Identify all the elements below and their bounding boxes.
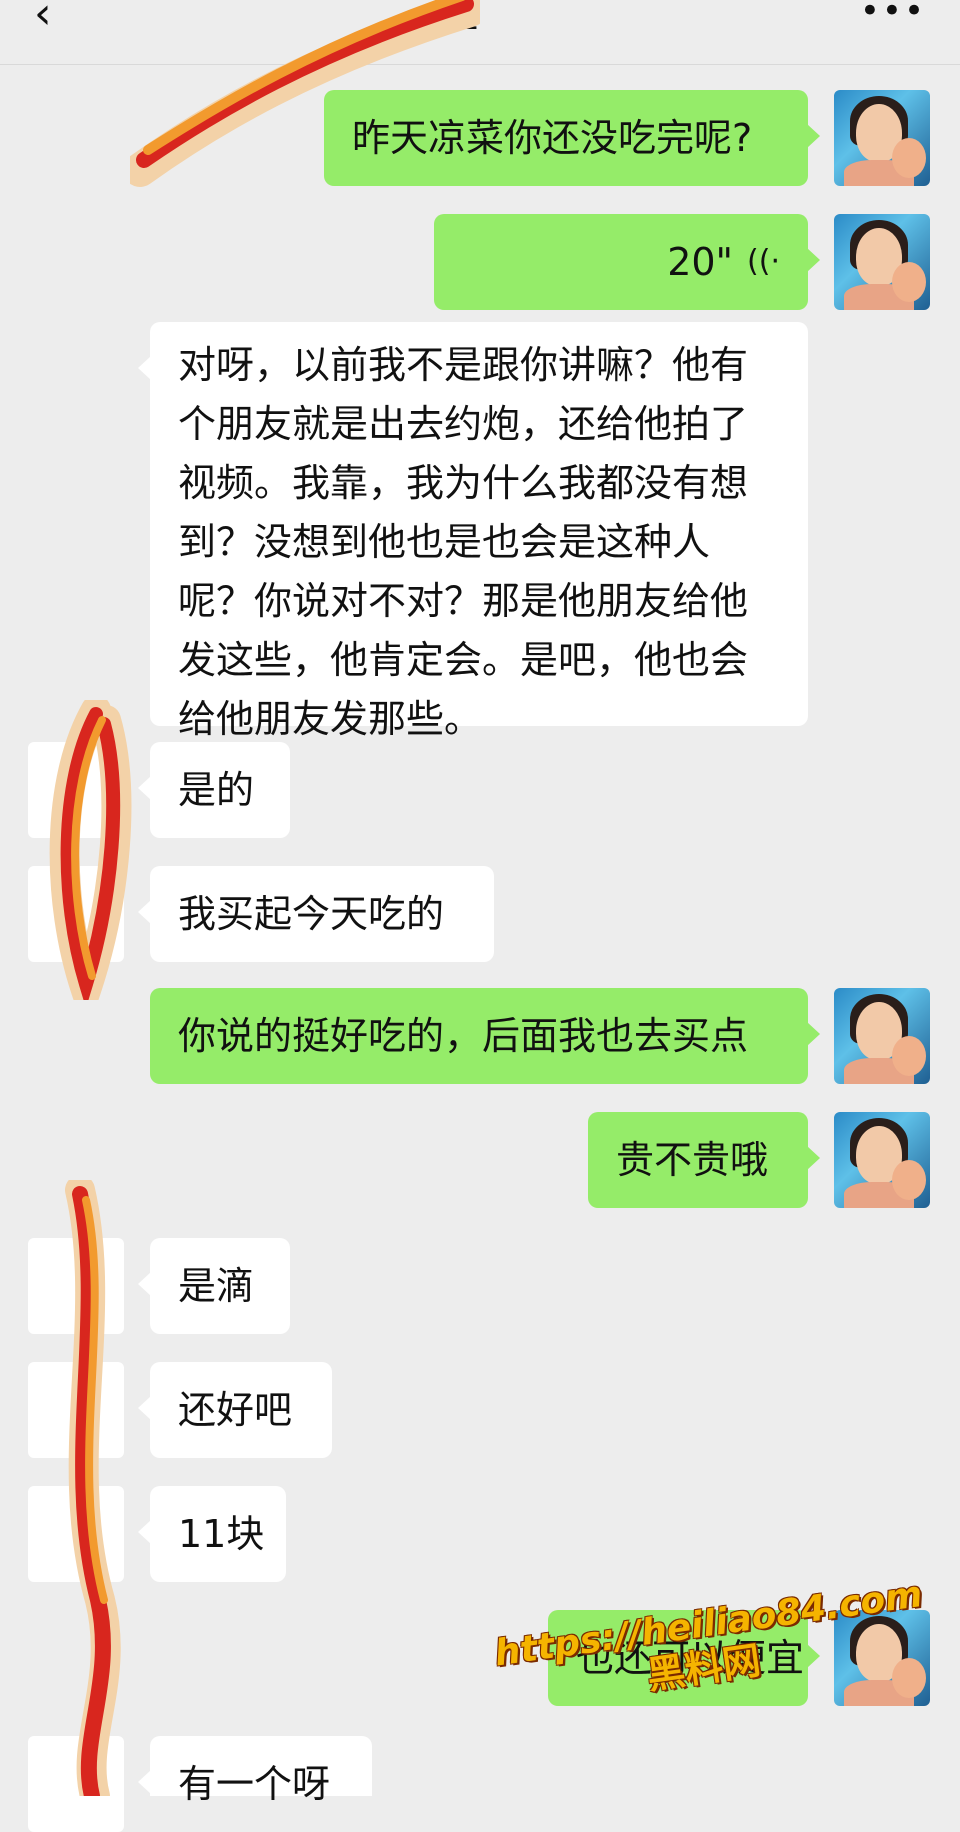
message-bubble-incoming[interactable]: 还好吧 (138, 1362, 332, 1458)
message-text: 是的 (178, 768, 255, 812)
avatar[interactable] (834, 90, 930, 186)
chat-header: ‹ 姐 ••• (0, 0, 960, 65)
voice-duration: 20" (667, 240, 734, 284)
avatar[interactable] (28, 742, 124, 838)
message-bubble-incoming[interactable]: 11块 (138, 1486, 286, 1582)
message-text: 你说的挺好吃的，后面我也去买点 (178, 1014, 749, 1058)
message-text: 对呀，以前我不是跟你讲嘛？他有个朋友就是出去约炮，还给他拍了视频。我靠，我为什么… (178, 343, 749, 741)
message-bubble-incoming[interactable]: 对呀，以前我不是跟你讲嘛？他有个朋友就是出去约炮，还给他拍了视频。我靠，我为什么… (138, 322, 808, 741)
message-bubble-incoming[interactable]: 有一个呀 (138, 1736, 372, 1806)
more-button[interactable]: ••• (860, 0, 926, 28)
voice-wave-icon: ((· (747, 244, 780, 279)
message-bubble-outgoing[interactable]: 你说的挺好吃的，后面我也去买点 (150, 988, 820, 1084)
chat-title: 姐 (440, 0, 479, 36)
avatar[interactable] (28, 1362, 124, 1458)
message-bubble-outgoing[interactable]: 昨天凉菜你还没吃完呢? (324, 90, 820, 186)
message-text: 是滴 (178, 1264, 255, 1308)
voice-message-bubble[interactable]: 20" ((· (434, 214, 820, 310)
message-text: 昨天凉菜你还没吃完呢? (352, 116, 753, 160)
avatar[interactable] (834, 214, 930, 310)
avatar[interactable] (28, 1238, 124, 1334)
avatar[interactable] (834, 988, 930, 1084)
message-text: 有一个呀 (178, 1762, 331, 1806)
message-bubble-incoming[interactable]: 是滴 (138, 1238, 290, 1334)
message-text: 11块 (178, 1512, 265, 1556)
message-bubble-incoming[interactable]: 是的 (138, 742, 290, 838)
avatar[interactable] (28, 1736, 124, 1832)
avatar[interactable] (28, 866, 124, 962)
more-dots-icon: ••• (859, 0, 926, 31)
message-text: 我买起今天吃的 (178, 892, 445, 936)
message-bubble-outgoing[interactable]: 贵不贵哦 (588, 1112, 820, 1208)
back-button[interactable]: ‹ (34, 0, 74, 36)
message-bubble-incoming[interactable]: 我买起今天吃的 (138, 866, 494, 962)
message-text: 贵不贵哦 (616, 1138, 769, 1182)
avatar[interactable] (834, 1112, 930, 1208)
chevron-left-icon: ‹ (34, 0, 52, 39)
message-text: 还好吧 (178, 1388, 293, 1432)
avatar[interactable] (28, 1486, 124, 1582)
